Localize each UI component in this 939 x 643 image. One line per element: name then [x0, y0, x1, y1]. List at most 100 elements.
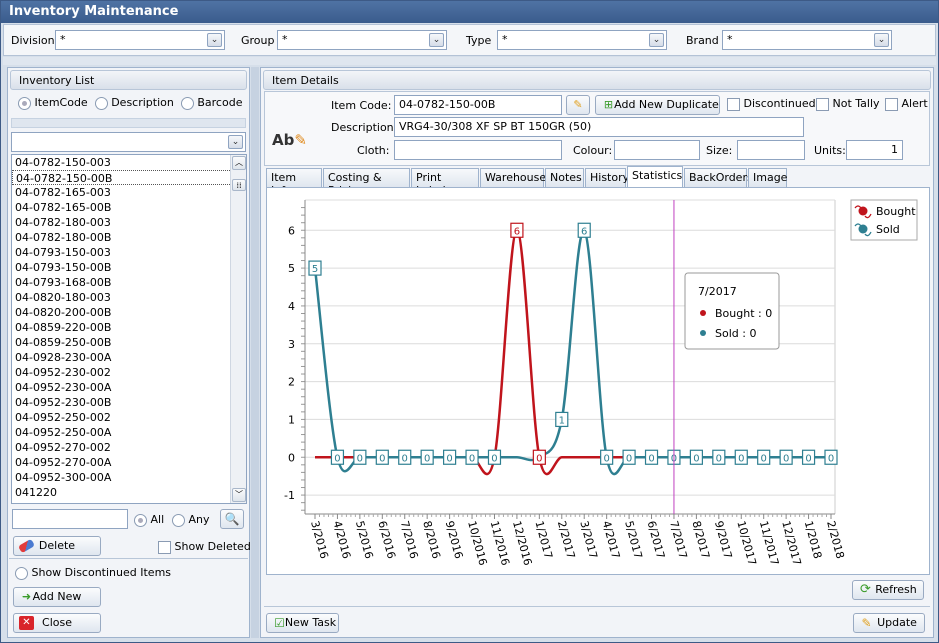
group-combo[interactable]: * ⌄ [277, 30, 447, 50]
list-item[interactable]: 041220 [12, 485, 246, 500]
search-mode-description[interactable]: Description [94, 96, 174, 110]
data-label: 0 [357, 453, 363, 464]
list-item[interactable]: 04-0952-270-00A [12, 455, 246, 470]
units-label: Units: [814, 144, 846, 157]
list-item[interactable]: 04-0952-230-00B [12, 395, 246, 410]
refresh-icon: ⟳ [860, 582, 871, 597]
description-input[interactable]: VRG4-30/308 XF SP BT 150GR (50) [394, 117, 804, 137]
not-tally-checkbox[interactable]: Not Tally [816, 97, 880, 111]
list-item[interactable]: 04-0952-250-00A [12, 425, 246, 440]
show-deleted-checkbox[interactable]: Show Deleted [158, 540, 251, 554]
list-item[interactable]: 04-0782-150-003 [12, 155, 246, 170]
size-input[interactable] [737, 140, 805, 160]
series-line-sold [313, 228, 831, 476]
x-tick-label: 1/2017 [532, 519, 555, 560]
discontinued-checkbox[interactable]: Discontinued [727, 97, 816, 111]
list-item[interactable]: 04-0782-180-00B [12, 230, 246, 245]
scroll-up-icon[interactable]: ︿ [232, 156, 246, 170]
edit-code-button[interactable]: ✎ [566, 95, 590, 115]
tab-print-labels[interactable]: Print Labels [411, 168, 479, 197]
tab-history[interactable]: History [585, 168, 629, 187]
clipboard-check-icon: ☑ [274, 616, 285, 630]
add-new-button[interactable]: ➜ Add New [13, 587, 101, 607]
chevron-down-icon[interactable]: ⌄ [649, 33, 664, 47]
refresh-button[interactable]: ⟳ Refresh [852, 580, 924, 600]
scroll-thumb[interactable]: ⁞⁞ [232, 179, 246, 191]
list-item[interactable]: 04-0952-230-002 [12, 365, 246, 380]
legend-marker-icon [858, 224, 868, 234]
list-item[interactable]: 04-0952-300-00A [12, 470, 246, 485]
chevron-down-icon[interactable]: ⌄ [874, 33, 889, 47]
list-item[interactable]: 04-0782-180-003 [12, 215, 246, 230]
item-code-input[interactable]: 04-0782-150-00B [394, 95, 562, 115]
list-item[interactable]: 04-0793-150-00B [12, 260, 246, 275]
chevron-down-icon[interactable]: ⌄ [207, 33, 222, 47]
list-item[interactable]: 04-0820-180-003 [12, 290, 246, 305]
list-splitter[interactable] [11, 118, 246, 128]
chevron-down-icon[interactable]: ⌄ [429, 33, 444, 47]
y-tick-label: 6 [288, 224, 295, 237]
list-item[interactable]: 04-0952-270-002 [12, 440, 246, 455]
list-item[interactable]: 04-0859-250-00B [12, 335, 246, 350]
list-item[interactable]: 04-0782-150-00B [12, 170, 246, 185]
list-item[interactable]: 04-0793-168-00B [12, 275, 246, 290]
list-item[interactable]: 04-0928-230-00A [12, 350, 246, 365]
horizontal-splitter[interactable] [3, 57, 936, 65]
show-discontinued-radio[interactable]: Show Discontinued Items [15, 566, 171, 580]
chart-svg: -101234563/2016 4/2016 5/2016 6/2016 7/2016 8… [284, 199, 918, 567]
match-any-radio[interactable]: Any [172, 513, 210, 527]
legend-marker-icon [858, 206, 868, 216]
data-label: 0 [491, 453, 497, 464]
x-tick-label: 2/2018 [824, 519, 847, 560]
divider [9, 558, 248, 559]
list-item[interactable]: 04-0793-150-003 [12, 245, 246, 260]
tooltip-line: Bought : 0 [715, 307, 772, 320]
alert-checkbox[interactable]: Alert [885, 97, 928, 111]
data-label: 0 [828, 453, 834, 464]
delete-button[interactable]: Delete [13, 536, 101, 556]
x-tick-label: 12/2017 [779, 519, 803, 567]
list-item[interactable]: 04-0820-200-00B [12, 305, 246, 320]
data-label: 0 [469, 453, 475, 464]
brand-combo[interactable]: * ⌄ [722, 30, 892, 50]
chevron-down-icon[interactable]: ⌄ [228, 135, 243, 149]
new-task-button[interactable]: ☑ New Task [266, 613, 339, 633]
x-tick-label: 5/2016 [353, 519, 376, 560]
inventory-listbox[interactable]: 04-0782-150-003 04-0782-150-00B 04-0782-16… [11, 154, 247, 504]
search-mode-itemcode[interactable]: ItemCode [18, 96, 88, 110]
division-combo[interactable]: * ⌄ [55, 30, 225, 50]
tab-warehouse[interactable]: Warehouse [480, 168, 546, 187]
list-item[interactable]: 04-0952-230-00A [12, 380, 246, 395]
tab-statistics[interactable]: Statistics [627, 166, 683, 187]
tab-image[interactable]: Image [748, 168, 787, 187]
close-button[interactable]: ✕ Close [13, 613, 101, 633]
vertical-splitter[interactable] [251, 67, 259, 638]
tab-backorders[interactable]: BackOrders [684, 168, 753, 187]
list-item[interactable]: 04-0859-220-00B [12, 320, 246, 335]
update-button[interactable]: ✎ Update [853, 613, 925, 633]
x-tick-label: 6/2017 [645, 519, 668, 560]
type-combo[interactable]: * ⌄ [497, 30, 667, 50]
add-new-duplicate-button[interactable]: ⊞ Add New Duplicate [595, 95, 720, 115]
search-mode-barcode[interactable]: Barcode [180, 96, 242, 110]
list-item[interactable]: 04-0952-250-002 [12, 410, 246, 425]
tab-notes[interactable]: Notes [545, 168, 584, 187]
list-item[interactable]: 04-0782-165-00B [12, 200, 246, 215]
list-scrollbar[interactable]: ︿ ⁞⁞ ﹀ [230, 155, 246, 503]
units-input[interactable]: 1 [846, 140, 903, 160]
x-tick-label: 9/2017 [712, 519, 735, 560]
item-search-combo[interactable]: ⌄ [11, 132, 246, 152]
cloth-input[interactable] [394, 140, 562, 160]
list-item[interactable]: 04-0782-165-003 [12, 185, 246, 200]
filter-text-input[interactable] [12, 509, 128, 529]
y-tick-label: 0 [288, 451, 295, 464]
match-all-radio[interactable]: All [134, 513, 164, 527]
x-tick-label: 12/2016 [510, 519, 534, 567]
colour-label: Colour: [573, 144, 613, 157]
tab-costing-pricing[interactable]: Costing & Pricing [323, 168, 410, 197]
search-button[interactable]: 🔍 [220, 509, 244, 529]
tab-item-info[interactable]: Item Info [266, 168, 322, 197]
x-tick-label: 7/2016 [398, 519, 421, 560]
colour-input[interactable] [614, 140, 700, 160]
scroll-down-icon[interactable]: ﹀ [232, 488, 246, 502]
